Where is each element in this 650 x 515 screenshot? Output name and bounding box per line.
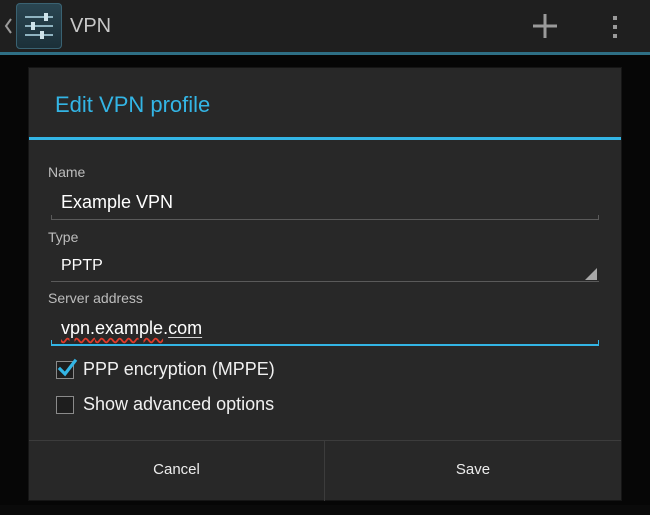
server-address-value: vpn.example.com [61,318,203,338]
checkmark-icon [57,358,78,377]
type-label: Type [48,229,79,245]
overflow-menu-icon[interactable] [608,14,622,40]
app-title: VPN [70,15,112,37]
dialog-title: Edit VPN profile [55,92,211,117]
name-value: Example VPN [61,192,174,212]
dropdown-corner-icon [585,268,597,280]
settings-sliders-icon[interactable] [16,3,62,49]
type-spinner[interactable]: PPTP [51,250,599,282]
server-address-label: Server address [48,290,143,306]
mppe-label: PPP encryption (MPPE) [83,359,275,379]
action-bar: VPN [0,0,650,52]
name-label: Name [48,164,86,180]
advanced-options-label: Show advanced options [83,394,275,414]
server-address-field[interactable]: vpn.example.com [51,312,599,346]
button-bar: Cancel Save [29,440,621,501]
save-button[interactable]: Save [325,441,621,501]
plus-icon[interactable] [531,12,559,40]
title-divider [29,137,621,140]
name-field[interactable]: Example VPN [51,186,599,220]
mppe-checkbox[interactable] [56,358,78,379]
type-value: PPTP [61,257,103,274]
edit-vpn-dialog: Edit VPN profile Name Example VPN Type P… [29,68,621,501]
action-bar-divider [0,52,650,55]
screen: VPN Edit VPN profile Name Example VPN Ty… [0,0,650,515]
advanced-options-checkbox[interactable] [56,396,74,414]
cancel-button[interactable]: Cancel [29,441,324,501]
background-strip [0,505,650,515]
chevron-left-icon[interactable] [3,17,13,35]
